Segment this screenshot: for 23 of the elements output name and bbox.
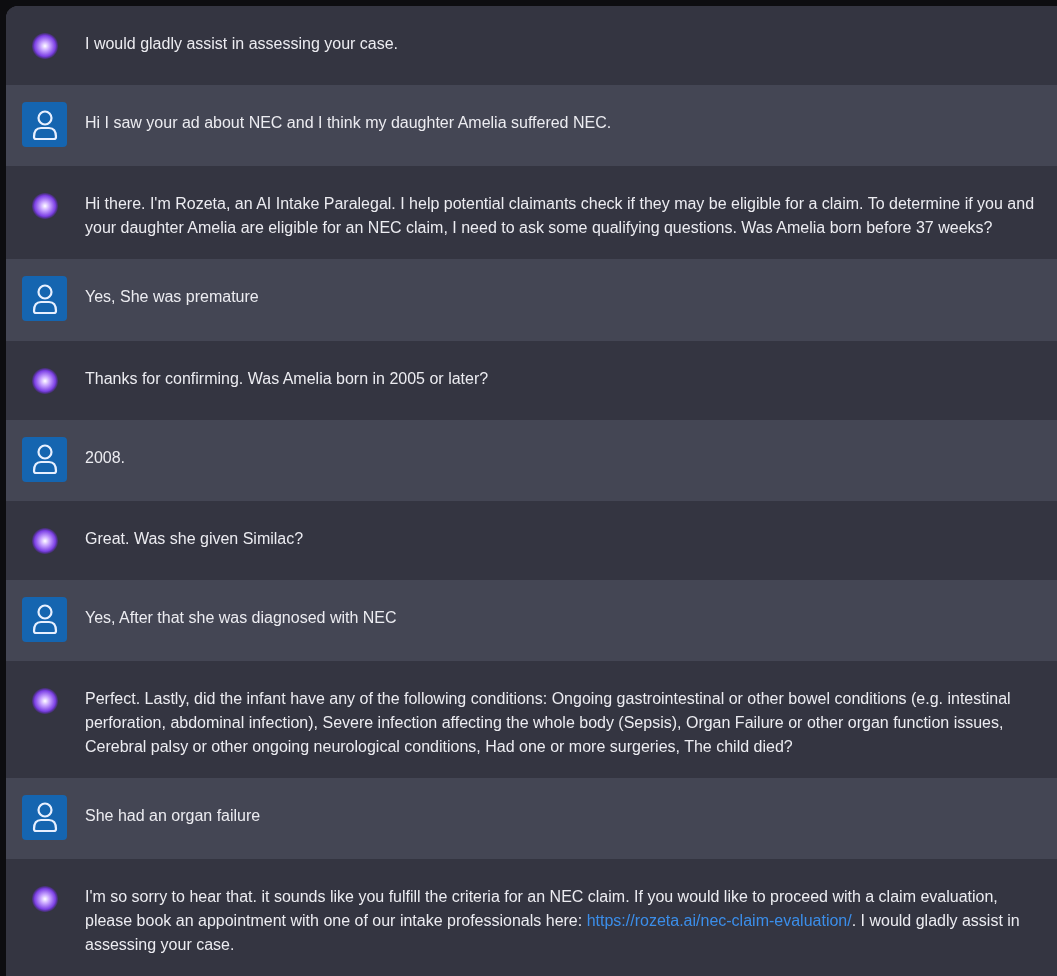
user-avatar-icon: [22, 436, 67, 482]
message-text: Thanks for confirming. Was Amelia born in 2005 or later?: [85, 368, 490, 389]
user-avatar-icon: [22, 795, 67, 840]
message-text: Hi there. I'm Rozeta, an AI Intake Paralegal. I help potential claimants check if they may be eligible for a claim. To determine if you and your daughter Amelia are eligible for an NEC claim, I need to ask some qualifying questions. Was Amelia born before 37 weeks?: [85, 194, 1036, 239]
glowing-orb-icon: [31, 192, 59, 221]
message-text: Perfect. Lastly, did the infant have any of the following conditions: Ongoing gastrointestinal or other bowel conditions (e.g. intestinal perforation, abdominal infection), Severe infection affecting the whole body (Sepsis), Organ Failure or other organ function issues, Cerebral palsy or other ongoing neurological conditions, Had one or more surgeries, The child died?: [85, 689, 1012, 758]
glowing-orb-icon: [31, 687, 59, 716]
glowing-orb-icon: [31, 526, 59, 555]
message-text: She had an organ failure: [85, 806, 262, 826]
glowing-orb-icon: [31, 885, 59, 914]
glowing-orb-icon: [31, 366, 59, 395]
message-text: Great. Was she given Similac?: [85, 528, 305, 549]
message-text: I would gladly assist in assessing your case.: [85, 34, 400, 54]
message-text: 2008.: [85, 447, 127, 468]
message-text: Yes, She was premature: [85, 287, 260, 308]
user-avatar-icon: [22, 596, 67, 642]
user-avatar-icon: [22, 276, 67, 322]
user-avatar-icon: [22, 102, 67, 147]
message-text: Hi I saw your ad about NEC and I think my daughter Amelia suffered NEC.: [85, 113, 613, 133]
evaluation-link[interactable]: https://rozeta.ai/nec-claim-evaluation/: [586, 912, 852, 930]
message-text: Yes, After that she was diagnosed with NEC: [85, 607, 398, 628]
glowing-orb-icon: [31, 32, 59, 60]
message-text: I'm so sorry to hear that. it sounds like you fulfill the criteria for an NEC claim. If you would like to proceed with a claim evaluation, please book an appointment with one of our intake professionals here: https://rozeta.ai/nec-claim-evaluation/. I would gladly assist in assessing your case.: [85, 887, 1021, 956]
